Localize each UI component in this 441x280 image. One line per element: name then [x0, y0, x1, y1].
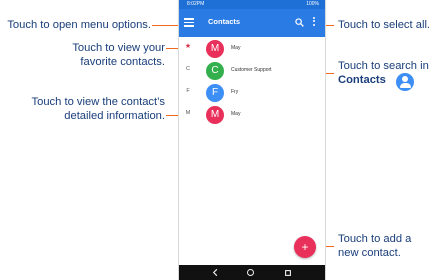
avatar: C	[206, 62, 224, 80]
navigation-bar	[179, 265, 325, 280]
contact-row-may[interactable]: M M May	[179, 104, 325, 126]
contact-row-fry[interactable]: F F Fry	[179, 82, 325, 104]
avatar: M	[206, 40, 224, 58]
callout-add-line1: Touch to add a	[338, 233, 412, 245]
status-time: 8:02PM	[187, 1, 205, 7]
back-icon[interactable]	[211, 268, 220, 277]
callout-add: Touch to add a new contact.	[338, 232, 411, 260]
add-contact-button[interactable]: +	[294, 236, 316, 258]
section-letter: M	[185, 110, 191, 116]
recent-apps-icon[interactable]	[285, 270, 291, 276]
favorite-star-icon[interactable]: ★	[183, 42, 193, 50]
section-letter: F	[186, 88, 190, 94]
phone-screen: 8:02PM 100% Contacts ★ M May C C Custome…	[178, 0, 326, 280]
home-icon[interactable]	[247, 269, 254, 276]
avatar: F	[206, 84, 224, 102]
status-battery: 100%	[306, 1, 319, 7]
page-title: Contacts	[208, 17, 241, 26]
app-bar: Contacts	[179, 9, 325, 37]
hamburger-menu-icon[interactable]	[184, 18, 194, 28]
callout-favorites-line1: Touch to view your	[72, 42, 165, 54]
contacts-app-icon	[396, 73, 414, 91]
callout-search-line1: Touch to search in	[338, 60, 429, 72]
contact-row-customer-support[interactable]: C C Customer Support	[179, 60, 325, 82]
section-letter: C	[186, 66, 190, 72]
more-vertical-icon[interactable]	[311, 17, 317, 28]
callout-search-line2: Contacts	[338, 74, 386, 86]
contact-name: Fry	[231, 89, 239, 95]
avatar: M	[206, 106, 224, 124]
callout-details-line1: Touch to view the contact’s	[31, 96, 166, 108]
callout-menu: Touch to open menu options.	[7, 19, 151, 31]
search-icon[interactable]	[295, 18, 304, 27]
callout-select-all: Touch to select all.	[338, 19, 431, 31]
contact-name: May	[231, 45, 241, 51]
callout-search: Touch to search in Contacts	[338, 59, 429, 87]
callout-add-line2: new contact.	[338, 247, 401, 259]
callout-details-line2: detailed information.	[64, 110, 165, 122]
contact-name: May	[231, 111, 241, 117]
callout-favorites-line2: favorite contacts.	[80, 56, 165, 68]
callout-favorites: Touch to view your favorite contacts.	[72, 41, 165, 69]
status-bar: 8:02PM 100%	[179, 0, 325, 9]
callout-details: Touch to view the contact’s detailed inf…	[32, 95, 166, 123]
contact-row-favorite-may[interactable]: ★ M May	[179, 38, 325, 60]
contact-name: Customer Support	[231, 67, 272, 73]
